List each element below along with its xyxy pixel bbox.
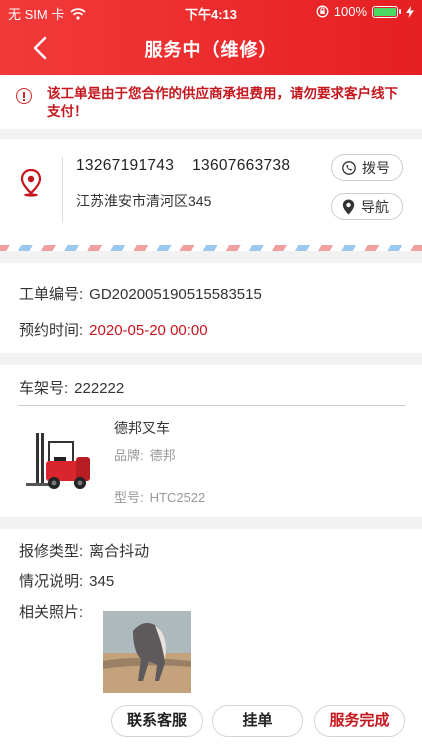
status-bar: 无 SIM 卡 下午4:13 100%	[0, 0, 422, 24]
phone-primary[interactable]: 13267191743	[76, 157, 174, 174]
description-label: 情况说明:	[19, 573, 84, 590]
appointment-time: 2020-05-20 00:00	[89, 322, 208, 339]
vehicle-info: 车架号: 222222 德邦叉车 品牌: 德邦 型号: HTC2522	[0, 365, 422, 517]
notice-text: 该工单是由于您合作的供应商承担费用，请勿要求客户线下支付！	[47, 86, 398, 119]
order-info: 工单编号: GD202005190515583515 预约时间: 2020-05-2…	[0, 263, 422, 353]
photo-thumbnail	[103, 611, 191, 693]
customer-address: 江苏淮安市清河区345	[76, 193, 212, 209]
customer-card: 13267191743 13607663738 江苏淮安市清河区345 拨号 导航	[0, 139, 422, 251]
alert-circle-icon	[16, 88, 32, 104]
order-number: GD202005190515583515	[89, 286, 262, 303]
forklift-image	[26, 433, 90, 489]
contact-support-button[interactable]: 联系客服	[111, 705, 203, 737]
navigate-button-label: 导航	[361, 198, 389, 215]
brand-label: 品牌:	[114, 448, 144, 463]
battery-percent: 100%	[333, 4, 367, 19]
frame-number-label: 车架号:	[19, 380, 69, 397]
model-label: 型号:	[114, 490, 144, 505]
model-value: HTC2522	[149, 490, 206, 505]
frame-number-row: 车架号: 222222	[19, 377, 124, 398]
navigate-button[interactable]: 导航	[331, 193, 403, 220]
payment-notice: 该工单是由于您合作的供应商承担费用，请勿要求客户线下支付！	[0, 75, 422, 129]
complete-service-button[interactable]: 服务完成	[314, 705, 405, 737]
divider	[18, 405, 405, 406]
phone-numbers: 13267191743 13607663738	[76, 157, 290, 175]
description: 345	[89, 573, 115, 590]
top-bar: 无 SIM 卡 下午4:13 100% 服务中（维修）	[0, 0, 422, 75]
photos-label: 相关照片:	[19, 604, 84, 621]
phone-secondary[interactable]: 13607663738	[192, 157, 290, 174]
map-pin-icon	[342, 199, 355, 214]
appointment-label: 预约时间:	[19, 322, 84, 339]
repair-type-row: 报修类型: 离合抖动	[19, 540, 149, 561]
call-button[interactable]: 拨号	[331, 154, 403, 181]
vehicle-brand: 品牌: 德邦	[114, 445, 176, 464]
vehicle-model: 型号: HTC2522	[114, 487, 205, 506]
page-title: 服务中（维修）	[144, 40, 278, 60]
description-row: 情况说明: 345	[19, 570, 114, 591]
frame-number: 222222	[74, 380, 125, 397]
phone-icon	[342, 160, 356, 175]
hang-order-button[interactable]: 挂单	[212, 705, 303, 737]
charging-icon	[406, 5, 414, 18]
repair-photo[interactable]	[103, 611, 191, 693]
orientation-lock-icon	[316, 5, 329, 18]
repair-type: 离合抖动	[89, 543, 150, 560]
repair-details: 报修类型: 离合抖动 情况说明: 345 相关照片: 联系客服 挂单 服务完成	[0, 529, 422, 750]
divider	[62, 157, 63, 223]
appointment-row: 预约时间: 2020-05-20 00:00	[19, 319, 208, 340]
vehicle-name: 德邦叉车	[114, 420, 170, 436]
location-pin-icon	[20, 169, 42, 197]
order-number-row: 工单编号: GD202005190515583515	[19, 283, 262, 304]
repair-type-label: 报修类型:	[19, 543, 84, 560]
battery-icon	[372, 5, 398, 18]
airmail-border	[0, 245, 422, 251]
call-button-label: 拨号	[362, 159, 390, 176]
order-number-label: 工单编号:	[19, 286, 84, 303]
brand-value: 德邦	[149, 448, 176, 463]
